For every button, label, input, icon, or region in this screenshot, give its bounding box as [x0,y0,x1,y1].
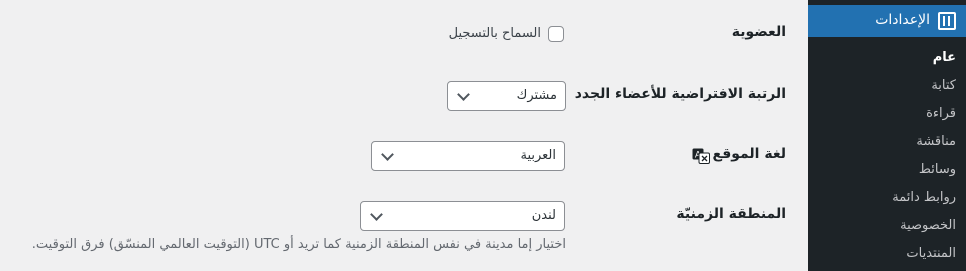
timezone-value: لندن [531,208,556,223]
settings-icon [938,12,956,30]
chevron-down-icon [381,148,394,161]
submenu-item-permalinks[interactable]: روابط دائمة [808,184,966,212]
timezone-label: المنطقة الزمنيّة [676,206,786,222]
site-language-select[interactable]: العربية [371,141,565,171]
site-language-label: لغة الموقع [712,146,786,162]
allow-registration-checkbox[interactable] [548,26,564,42]
chevron-down-icon [457,88,470,101]
settings-menu-label[interactable]: الإعدادات [875,12,930,28]
timezone-description: اختيار إما مدينة في نفس المنطقة الزمنية … [31,237,566,252]
settings-menu-header[interactable]: الإعدادات [800,5,966,37]
submenu-item-privacy[interactable]: الخصوصية [808,212,966,240]
default-role-label: الرتبة الافتراضية للأعضاء الجدد [574,86,786,102]
current-menu-arrow [800,13,808,29]
timezone-select[interactable]: لندن [360,201,565,231]
admin-sidebar: الإعدادات عام كتابة قراءة مناقشة وسائط ر… [800,0,966,271]
submenu-item-reading[interactable]: قراءة [808,100,966,128]
site-language-value: العربية [520,148,556,163]
submenu-item-forums[interactable]: المنتديات [808,240,966,268]
submenu-item-general[interactable]: عام [808,44,966,72]
submenu-item-discussion[interactable]: مناقشة [808,128,966,156]
submenu-item-writing[interactable]: كتابة [808,72,966,100]
settings-submenu: عام كتابة قراءة مناقشة وسائط روابط دائمة… [808,44,966,268]
default-role-select[interactable]: مشترك [447,81,566,111]
submenu-item-media[interactable]: وسائط [808,156,966,184]
chevron-down-icon [370,208,383,221]
default-role-value: مشترك [516,88,557,103]
translate-icon: A [692,148,710,164]
membership-label: العضوية [731,24,786,40]
allow-registration-label[interactable]: السماح بالتسجيل [449,26,541,41]
